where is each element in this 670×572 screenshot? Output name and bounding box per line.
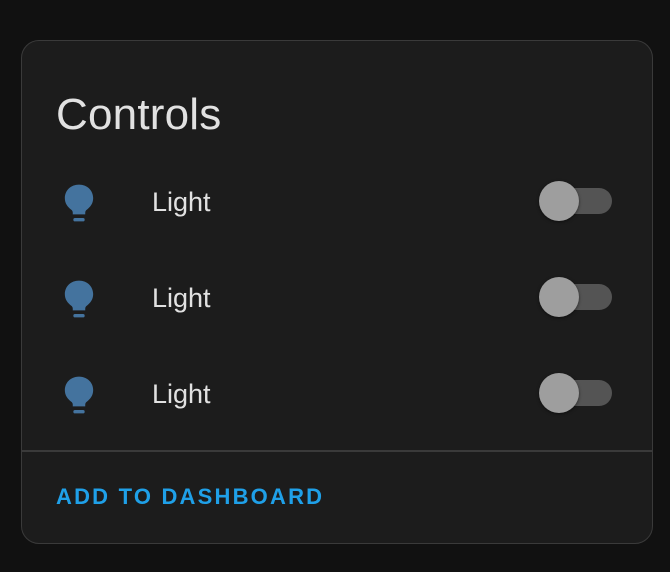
toggle-thumb[interactable]	[539, 277, 579, 317]
light-toggle[interactable]	[538, 277, 614, 317]
card-actions-divider	[22, 450, 652, 452]
entity-row-light-3[interactable]: Light	[22, 357, 652, 429]
toggle-thumb[interactable]	[539, 373, 579, 413]
entity-row-light-1[interactable]: Light	[22, 165, 652, 237]
toggle-thumb[interactable]	[539, 181, 579, 221]
lightbulb-icon	[64, 376, 94, 414]
card-title: Controls	[56, 90, 222, 139]
lightbulb-icon	[64, 184, 94, 222]
entities-card: Controls Light Light Light ADD TO DASHBO…	[21, 40, 653, 544]
entity-name: Light	[152, 283, 211, 313]
light-toggle[interactable]	[538, 373, 614, 413]
entity-row-light-2[interactable]: Light	[22, 261, 652, 333]
entity-name: Light	[152, 379, 211, 409]
add-to-dashboard-button[interactable]: ADD TO DASHBOARD	[40, 469, 340, 525]
entity-name: Light	[152, 187, 211, 217]
light-toggle[interactable]	[538, 181, 614, 221]
lightbulb-icon	[64, 280, 94, 318]
